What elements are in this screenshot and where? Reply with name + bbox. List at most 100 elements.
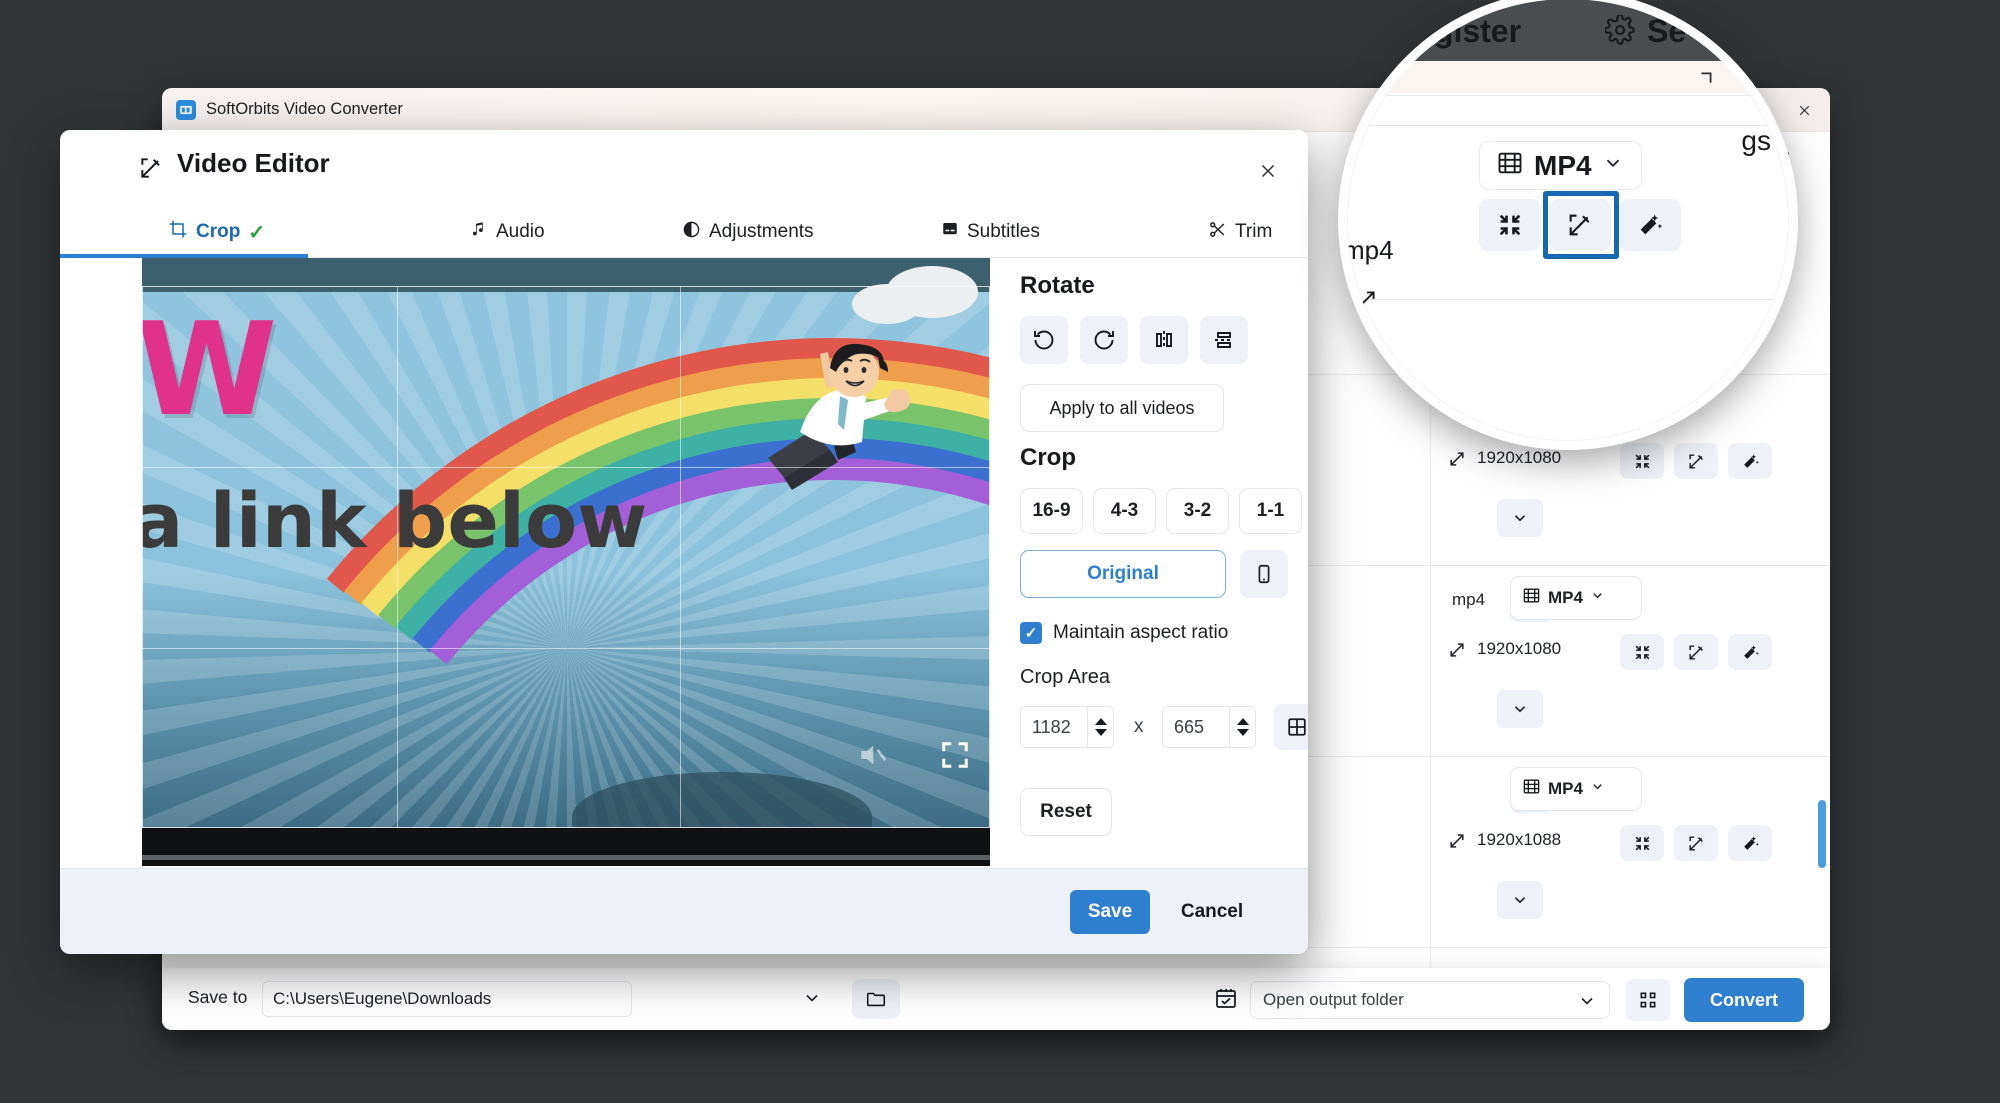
chevron-down-icon[interactable]: [802, 988, 822, 1013]
chevron-down-icon[interactable]: [1497, 690, 1543, 728]
crop-area-title: Crop Area: [1020, 666, 1111, 688]
gear-icon[interactable]: [1603, 13, 1635, 50]
ratio-1-1-button[interactable]: 1-1: [1239, 488, 1302, 534]
crop-height-value[interactable]: 665: [1163, 717, 1229, 738]
list-scrollbar-track[interactable]: [1818, 184, 1826, 1030]
contrast-icon: [682, 220, 701, 245]
magic-wand-icon[interactable]: [1619, 199, 1681, 251]
close-icon[interactable]: [1250, 154, 1286, 188]
resize-arrows-icon: [1447, 831, 1467, 851]
crop-grid-line: [142, 648, 990, 649]
convert-button[interactable]: Convert: [1684, 978, 1804, 1022]
file-resolution: 1920x1080: [1477, 639, 1562, 658]
window-maximize-button[interactable]: [1695, 67, 1717, 94]
tab-label: Adjustments: [709, 221, 814, 242]
film-icon: [1496, 149, 1524, 182]
phone-portrait-icon[interactable]: [1240, 550, 1288, 598]
check-icon: ✓: [248, 221, 266, 244]
crop-width-spinner[interactable]: [1087, 707, 1113, 747]
chevron-down-icon[interactable]: [1590, 588, 1605, 608]
chevron-down-icon[interactable]: [1577, 991, 1597, 1016]
list-scrollbar-thumb[interactable]: [1818, 800, 1826, 868]
crop-width-value[interactable]: 1182: [1021, 717, 1087, 738]
format-select[interactable]: MP4: [1510, 767, 1642, 811]
mute-icon[interactable]: [856, 739, 888, 776]
fullscreen-icon[interactable]: [940, 740, 970, 775]
crop-height-stepper[interactable]: 665: [1162, 706, 1256, 748]
compress-icon[interactable]: [1620, 825, 1664, 861]
compress-icon[interactable]: [1620, 443, 1664, 479]
video-preview[interactable]: W a link below: [142, 258, 990, 866]
settings-label[interactable]: Se: [1647, 13, 1686, 50]
tab-trim[interactable]: Trim: [1204, 206, 1276, 258]
compress-icon[interactable]: [1479, 199, 1541, 251]
spinner-up-icon[interactable]: [1236, 718, 1249, 725]
film-icon: [1522, 586, 1541, 610]
ratio-4-3-button[interactable]: 4-3: [1093, 488, 1156, 534]
tab-subtitles[interactable]: Subtitles: [937, 206, 1044, 258]
resize-arrows-icon: [1353, 287, 1379, 318]
resize-arrows-icon: [1447, 640, 1467, 660]
magic-wand-icon[interactable]: [1728, 825, 1772, 861]
crop-width-stepper[interactable]: 1182: [1020, 706, 1114, 748]
format-select[interactable]: MP4: [1510, 576, 1642, 620]
video-progress-bar[interactable]: [142, 828, 990, 866]
spinner-down-icon[interactable]: [1094, 729, 1107, 736]
apply-to-all-videos-button[interactable]: Apply to all videos: [1020, 384, 1224, 432]
crop-section-title: Crop: [1020, 444, 1076, 471]
tab-adjustments[interactable]: Adjustments: [678, 206, 818, 258]
flip-horizontal-icon[interactable]: [1140, 316, 1188, 364]
format-select[interactable]: MP4: [1479, 141, 1642, 190]
music-note-icon: [470, 220, 488, 244]
rotate-right-icon[interactable]: [1080, 316, 1128, 364]
magnified-titlebar: [1347, 61, 1789, 93]
file-name-fragment: mp4: [1343, 235, 1394, 265]
magnified-row-divider: [1347, 95, 1789, 96]
magic-wand-icon[interactable]: [1728, 443, 1772, 479]
original-ratio-button[interactable]: Original: [1020, 550, 1226, 598]
tab-audio[interactable]: Audio: [466, 206, 549, 258]
tab-crop[interactable]: Crop ✓: [164, 206, 269, 258]
crop-settings-panel: Rotate Apply to all videos Crop 16-9 4-3…: [1012, 258, 1308, 868]
chevron-down-icon[interactable]: [1497, 499, 1543, 537]
scissors-icon: [1208, 220, 1227, 245]
folder-icon[interactable]: [852, 979, 900, 1019]
crop-dimension-separator: x: [1134, 716, 1144, 737]
register-label[interactable]: Register: [1393, 13, 1521, 50]
output-action-select[interactable]: Open output folder: [1250, 981, 1610, 1019]
chevron-down-icon[interactable]: [1590, 779, 1605, 799]
edit-icon[interactable]: [1674, 634, 1718, 670]
crop-grid-line: [142, 467, 990, 468]
chevron-down-icon[interactable]: [1497, 881, 1543, 919]
compress-icon[interactable]: [1620, 634, 1664, 670]
rotate-left-icon[interactable]: [1020, 316, 1068, 364]
magnified-row-divider: [1347, 299, 1789, 300]
maintain-aspect-ratio-checkbox[interactable]: ✓: [1020, 622, 1042, 644]
save-to-input[interactable]: C:\Users\Eugene\Downloads: [262, 981, 632, 1017]
crop-grid-line: [680, 286, 681, 828]
chevron-down-icon[interactable]: [1602, 152, 1624, 179]
spinner-down-icon[interactable]: [1236, 729, 1249, 736]
flip-vertical-icon[interactable]: [1200, 316, 1248, 364]
spinner-up-icon[interactable]: [1094, 718, 1107, 725]
crop-height-spinner[interactable]: [1229, 707, 1255, 747]
save-button[interactable]: Save: [1070, 889, 1150, 934]
highlight-box: [1543, 191, 1619, 259]
window-close-button[interactable]: [1745, 65, 1769, 94]
edit-icon[interactable]: [1674, 825, 1718, 861]
edit-icon[interactable]: [1674, 443, 1718, 479]
reset-button[interactable]: Reset: [1020, 788, 1112, 836]
screen: SoftOrbits Video Converter gs: [0, 0, 2000, 1103]
file-resolution: 1920x1088: [1477, 830, 1562, 849]
row-actions: [1620, 634, 1772, 670]
magic-wand-icon[interactable]: [1728, 634, 1772, 670]
grid-overlay-icon[interactable]: [1274, 704, 1308, 750]
app-title: SoftOrbits Video Converter: [206, 100, 403, 118]
grid-view-icon[interactable]: [1626, 979, 1670, 1021]
rotate-button-group: [1020, 316, 1248, 364]
video-editor-dialog: Video Editor Crop ✓ Audio Adjustments Su…: [60, 130, 1308, 954]
cancel-button[interactable]: Cancel: [1162, 890, 1262, 934]
ratio-3-2-button[interactable]: 3-2: [1166, 488, 1229, 534]
maintain-aspect-ratio-row[interactable]: ✓ Maintain aspect ratio: [1020, 622, 1228, 644]
ratio-16-9-button[interactable]: 16-9: [1020, 488, 1083, 534]
